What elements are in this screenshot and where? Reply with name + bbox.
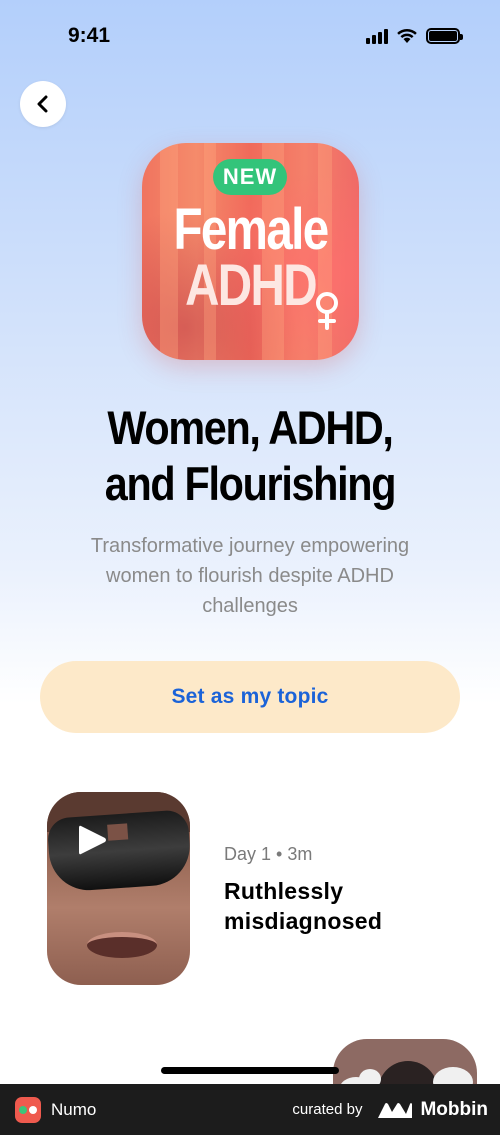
mobbin-logo-icon bbox=[378, 1102, 413, 1118]
mobbin-brand[interactable]: Mobbin bbox=[376, 1099, 488, 1121]
battery-icon bbox=[426, 28, 463, 44]
set-topic-button[interactable]: Set as my topic bbox=[40, 661, 460, 733]
artwork-text-female: Female bbox=[173, 197, 329, 262]
status-time: 9:41 bbox=[68, 24, 111, 47]
status-bar: 9:41 bbox=[0, 0, 500, 70]
wifi-icon bbox=[397, 28, 417, 43]
home-indicator bbox=[161, 1067, 339, 1074]
topic-title-line2: and Flourishing bbox=[104, 457, 397, 510]
new-badge: NEW bbox=[213, 159, 287, 195]
curated-by-label: curated by bbox=[292, 1101, 363, 1118]
episode-title[interactable]: Ruthlessly misdiagnosed bbox=[224, 876, 454, 936]
topic-artwork: NEW Female ADHD bbox=[142, 143, 359, 360]
signal-icon bbox=[366, 28, 388, 44]
topic-description: Transformative journey empowering women … bbox=[90, 535, 410, 617]
episode-meta: Day 1 • 3m bbox=[224, 844, 313, 864]
mobbin-name: Mobbin bbox=[420, 1098, 488, 1120]
app-logo-icon bbox=[15, 1096, 41, 1123]
venus-icon bbox=[316, 292, 338, 330]
topic-title: Women, ADHD, and Flourishing bbox=[30, 400, 470, 512]
footer-bar: Numo curated by Mobbin bbox=[0, 1084, 500, 1135]
app-name: Numo bbox=[51, 1099, 97, 1119]
chevron-left-icon bbox=[37, 95, 48, 113]
play-icon[interactable] bbox=[76, 823, 108, 857]
topic-title-line1: Women, ADHD, bbox=[107, 401, 393, 454]
status-icons bbox=[366, 28, 463, 44]
back-button[interactable] bbox=[20, 81, 66, 127]
episode-thumbnail[interactable] bbox=[47, 792, 190, 985]
